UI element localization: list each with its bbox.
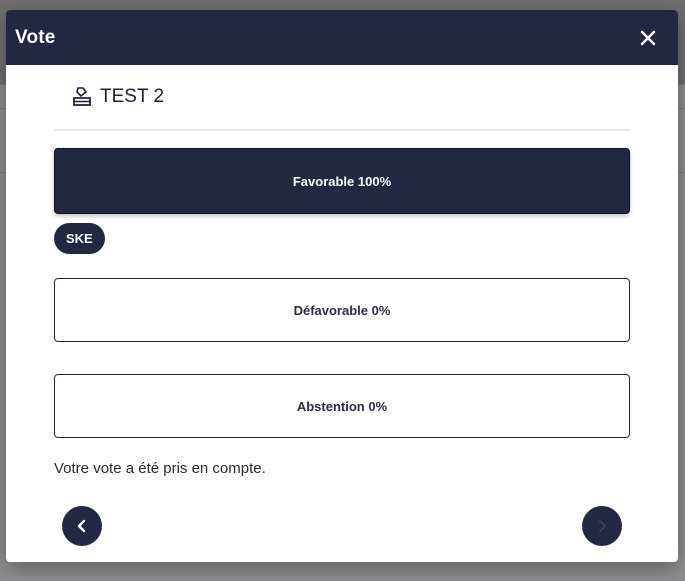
question-header: TEST 2 [54,65,630,131]
vote-dialog: Vote TEST 2 Favorable 100% SKE Défavorab… [6,10,678,562]
vote-content: TEST 2 Favorable 100% SKE Défavorable 0%… [54,65,630,477]
option-defavorable[interactable]: Défavorable 0% [54,278,630,342]
option-label: Favorable 100% [292,173,392,189]
option-label: Défavorable 0% [293,302,391,318]
voter-badge: SKE [54,223,105,254]
chevron-right-icon [599,520,606,532]
chevron-left-icon [77,519,86,533]
option-label: Abstention 0% [296,398,388,414]
question-title: TEST 2 [100,86,165,107]
dialog-title: Vote [15,26,56,48]
close-icon [640,30,656,45]
vote-confirmation-message: Votre vote a été pris en compte. [54,460,266,477]
option-abstention[interactable]: Abstention 0% [54,374,630,438]
dialog-header: Vote [6,10,678,65]
voter-badge-row: SKE [54,223,630,254]
close-button[interactable] [634,24,662,52]
next-button[interactable] [582,506,622,546]
ballot-box-icon [73,87,91,106]
previous-button[interactable] [62,506,102,546]
option-favorable[interactable]: Favorable 100% [54,148,630,214]
